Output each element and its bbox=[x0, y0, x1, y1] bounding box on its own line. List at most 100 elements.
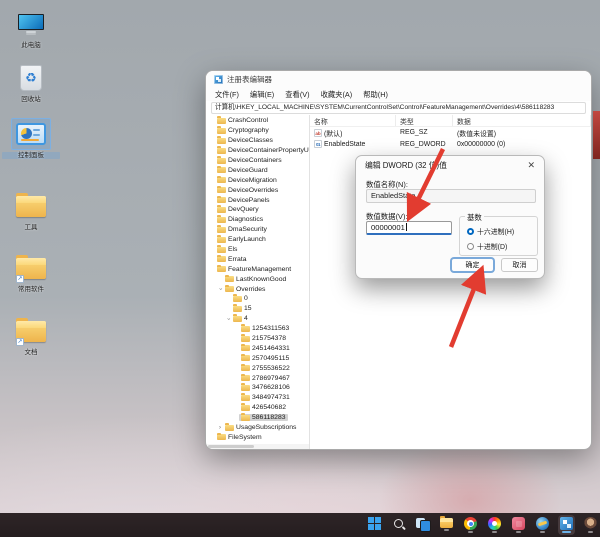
tree-item-3484974731[interactable]: 3484974731 bbox=[206, 393, 309, 403]
tree-item-Els[interactable]: Els bbox=[206, 245, 309, 255]
tree-item-4[interactable]: › 4 bbox=[206, 314, 309, 324]
key-folder-icon bbox=[241, 324, 250, 332]
tree-item-label: 3476628106 bbox=[252, 384, 290, 392]
tree-item-EarlyLaunch[interactable]: EarlyLaunch bbox=[206, 235, 309, 245]
value-data-cell: (数值未设置) bbox=[457, 130, 497, 138]
menu-file[interactable]: 文件(F) bbox=[215, 90, 239, 100]
key-folder-icon bbox=[217, 116, 226, 124]
tree-item-label: UsageSubscriptions bbox=[236, 424, 297, 432]
tree-item-UsageSubscriptions[interactable]: › UsageSubscriptions bbox=[206, 423, 309, 433]
tree-item-label: EarlyLaunch bbox=[228, 236, 266, 244]
tree-item-DeviceMigration[interactable]: DeviceMigration bbox=[206, 175, 309, 185]
column-header-name[interactable]: 名称 bbox=[310, 115, 396, 126]
tree-item-CrashControl[interactable]: CrashControl bbox=[206, 116, 309, 126]
tree-item-LastKnownGood[interactable]: LastKnownGood bbox=[206, 274, 309, 284]
tree-item-Errata[interactable]: Errata bbox=[206, 254, 309, 264]
tree-item-Diagnostics[interactable]: Diagnostics bbox=[206, 215, 309, 225]
tree-item-DeviceContainerPropertyUpda[interactable]: DeviceContainerPropertyUpda bbox=[206, 146, 309, 156]
taskbar-registry-editor-button[interactable] bbox=[558, 515, 575, 535]
column-header-data[interactable]: 数据 bbox=[453, 115, 591, 126]
tree-item-DeviceClasses[interactable]: DeviceClasses bbox=[206, 136, 309, 146]
tree-item-15[interactable]: 15 bbox=[206, 304, 309, 314]
radio-selected-icon[interactable] bbox=[467, 227, 474, 235]
monitor-icon bbox=[18, 14, 44, 34]
chevron-open-icon[interactable]: › bbox=[217, 286, 223, 292]
tree-item-2451464331[interactable]: 2451464331 bbox=[206, 343, 309, 353]
tree-item-DeviceGuard[interactable]: DeviceGuard bbox=[206, 165, 309, 175]
taskbar-color-wheel-app-button[interactable] bbox=[486, 515, 503, 535]
value-row-EnabledState[interactable]: 01 EnabledState REG_DWORD 0x00000000 (0) bbox=[310, 139, 591, 151]
key-folder-icon bbox=[241, 403, 250, 411]
tree-item-2786979467[interactable]: 2786979467 bbox=[206, 373, 309, 383]
radio-hexadecimal[interactable]: 十六进制(H) bbox=[467, 226, 514, 236]
tree-item-label: DeviceOverrides bbox=[228, 186, 279, 194]
tree-item-FeatureManagement[interactable]: FeatureManagement bbox=[206, 264, 309, 274]
tree-node: DeviceGuard bbox=[215, 165, 270, 174]
taskbar-start-button[interactable] bbox=[366, 515, 383, 535]
radio-unselected-icon[interactable] bbox=[467, 242, 474, 250]
tree-item-3476628106[interactable]: 3476628106 bbox=[206, 383, 309, 393]
tree-node: 426540682 bbox=[239, 403, 288, 411]
tree-item-2755536522[interactable]: 2755536522 bbox=[206, 363, 309, 373]
tree-item-Overrides[interactable]: › Overrides bbox=[206, 284, 309, 294]
desktop-icon-this-pc[interactable]: 此电脑 bbox=[2, 8, 60, 49]
tree-item-FileSystem[interactable]: FileSystem bbox=[206, 432, 309, 443]
desktop-icon-label: 文档 bbox=[24, 349, 38, 356]
taskbar-search-button[interactable] bbox=[390, 515, 407, 535]
tree-item-label: 15 bbox=[244, 305, 252, 313]
tree-horizontal-scrollbar[interactable] bbox=[206, 444, 309, 449]
desktop-icon-control-panel[interactable]: 控制面板 bbox=[2, 118, 60, 159]
value-name-field[interactable]: EnabledState bbox=[366, 189, 536, 203]
value-list-header: 名称 类型 数据 bbox=[310, 115, 591, 127]
value-row-(默认)[interactable]: ab (默认) REG_SZ (数值未设置) bbox=[310, 127, 591, 139]
taskbar-user-app-button[interactable] bbox=[582, 515, 599, 535]
desktop-icon-folder-software[interactable]: ↗ 常用软件 bbox=[2, 252, 60, 293]
menu-view[interactable]: 查看(V) bbox=[285, 90, 309, 100]
tree-item-DeviceContainers[interactable]: DeviceContainers bbox=[206, 156, 309, 166]
taskbar-globe-app-button[interactable] bbox=[534, 515, 551, 535]
cancel-button[interactable]: 取消 bbox=[501, 258, 538, 272]
menu-help[interactable]: 帮助(H) bbox=[363, 90, 388, 100]
key-folder-icon bbox=[217, 432, 226, 441]
tree-item-2570495115[interactable]: 2570495115 bbox=[206, 353, 309, 363]
tree-item-Cryptography[interactable]: Cryptography bbox=[206, 126, 309, 136]
tree-item-label: 2755536522 bbox=[252, 364, 290, 372]
tree-item-426540682[interactable]: 426540682 bbox=[206, 403, 309, 413]
desktop-icon-folder-docs[interactable]: ↗ 文档 bbox=[2, 315, 60, 356]
scrollbar-thumb[interactable] bbox=[208, 445, 254, 448]
ok-button[interactable]: 确定 bbox=[451, 258, 494, 272]
key-folder-icon bbox=[233, 314, 242, 322]
taskbar-chrome-button[interactable] bbox=[462, 515, 479, 535]
tree-item-DevQuery[interactable]: DevQuery bbox=[206, 205, 309, 215]
tree-item-215754378[interactable]: 215754378 bbox=[206, 334, 309, 344]
chevron-open-icon[interactable]: › bbox=[225, 316, 231, 322]
tree-item-DmaSecurity[interactable]: DmaSecurity bbox=[206, 225, 309, 235]
menu-favorites[interactable]: 收藏夹(A) bbox=[321, 90, 353, 100]
radio-decimal[interactable]: 十进制(D) bbox=[467, 241, 507, 251]
value-type-cell: REG_SZ bbox=[400, 129, 428, 137]
tree-item-label: 215754378 bbox=[252, 335, 287, 343]
tree-item-1254311563[interactable]: 1254311563 bbox=[206, 324, 309, 334]
tree-item-DeviceOverrides[interactable]: DeviceOverrides bbox=[206, 185, 309, 195]
window-title: 注册表编辑器 bbox=[227, 75, 272, 84]
window-titlebar[interactable]: 注册表编辑器 bbox=[206, 71, 591, 88]
menu-edit[interactable]: 编辑(E) bbox=[250, 90, 274, 100]
tree-item-0[interactable]: 0 bbox=[206, 294, 309, 304]
tree-item-DevicePanels[interactable]: DevicePanels bbox=[206, 195, 309, 205]
desktop-icon-folder-tools[interactable]: 工具 bbox=[2, 190, 60, 231]
taskbar-pink-app-button[interactable] bbox=[510, 515, 527, 535]
dialog-titlebar: 编辑 DWORD (32 位)值 ✕ bbox=[356, 156, 544, 175]
taskbar-task-view-button[interactable] bbox=[414, 515, 431, 535]
value-data-input[interactable]: 00000001 bbox=[366, 221, 452, 235]
key-folder-icon bbox=[217, 264, 226, 273]
tree-item-label: Overrides bbox=[236, 285, 266, 293]
key-folder-icon bbox=[225, 284, 234, 293]
column-header-type[interactable]: 类型 bbox=[396, 115, 453, 126]
taskbar-file-explorer-button[interactable] bbox=[438, 515, 455, 535]
close-icon[interactable]: ✕ bbox=[527, 160, 535, 171]
desktop-icon-label: 常用软件 bbox=[18, 286, 44, 293]
address-input[interactable]: 计算机\HKEY_LOCAL_MACHINE\SYSTEM\CurrentCon… bbox=[211, 102, 586, 114]
taskbar-icon-list bbox=[366, 515, 599, 535]
desktop-icon-recycle-bin[interactable]: ♻ 回收站 bbox=[2, 62, 60, 103]
tree-item-586118283[interactable]: 586118283 bbox=[206, 413, 309, 423]
